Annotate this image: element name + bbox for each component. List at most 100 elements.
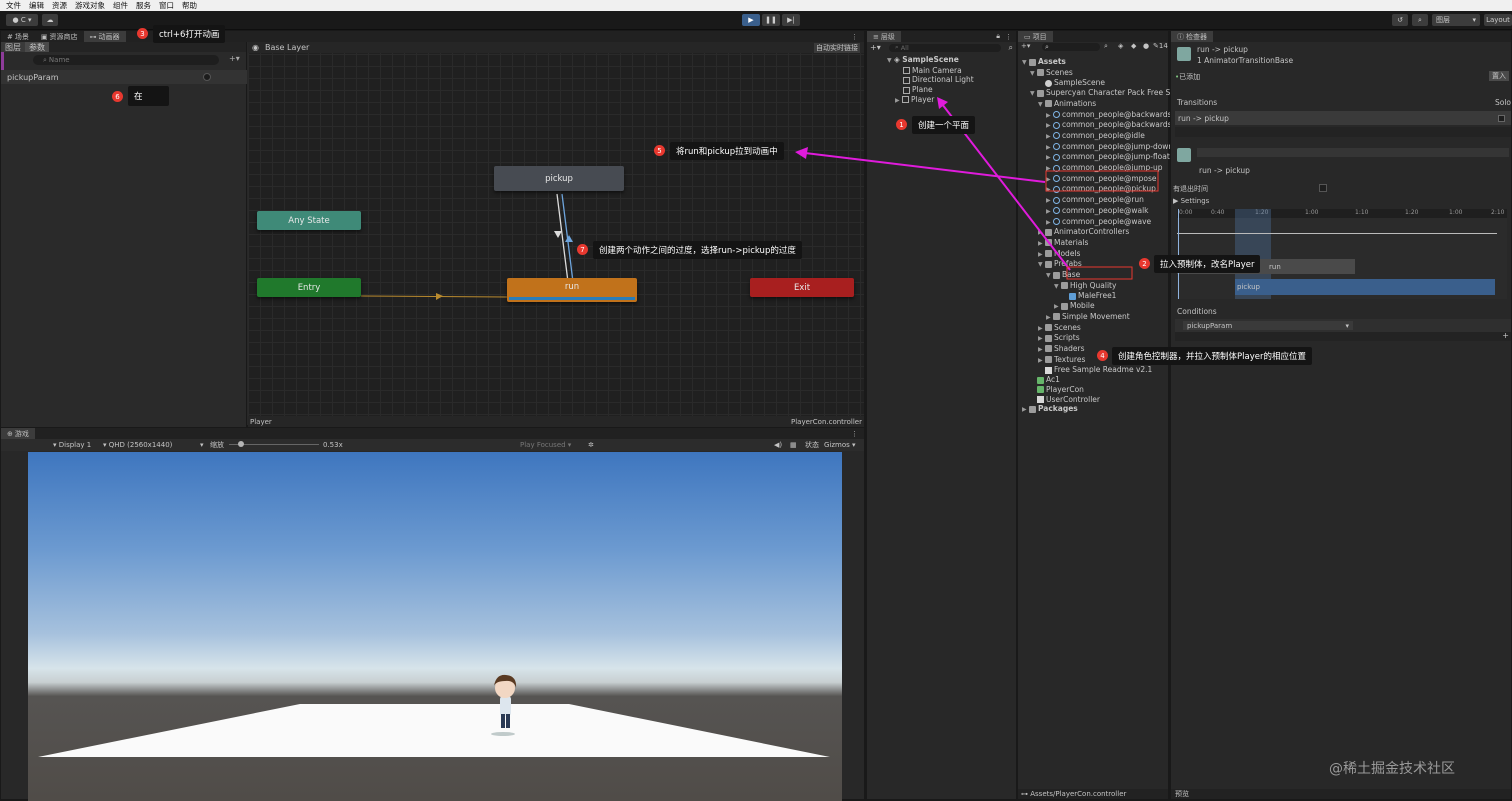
tab-parameters[interactable]: 参数 [25, 42, 49, 52]
info-icon[interactable]: ● [1143, 42, 1149, 50]
chevron-right-icon[interactable]: ▶ [1046, 207, 1053, 217]
chevron-down-icon[interactable]: ▼ [1038, 100, 1045, 110]
tab-layers[interactable]: 图层 [1, 42, 25, 52]
account-button[interactable]: ● C ▾ [6, 14, 38, 26]
pickup-run-transition[interactable] [556, 193, 569, 283]
display-dropdown[interactable]: ▾ Display 1 [53, 441, 91, 449]
state-node-pickup[interactable]: pickup [494, 166, 624, 191]
project-tree-item[interactable]: ▶ Scenes [1022, 323, 1178, 334]
search-filter-icon[interactable]: ⌕ [1009, 43, 1013, 53]
project-tree-item[interactable]: ▶ Materials [1022, 238, 1178, 249]
menu-window[interactable]: 窗口 [159, 0, 174, 11]
project-search-input[interactable]: ⌕ [1042, 43, 1100, 51]
parameter-row[interactable]: pickupParam [1, 70, 247, 84]
project-tree-item[interactable]: MaleFree1 [1022, 291, 1178, 301]
more-options-icon[interactable]: ⋮ [851, 33, 858, 41]
menu-assets[interactable]: 资源 [52, 0, 67, 11]
preview-bar[interactable]: 预览 [1171, 789, 1511, 799]
project-tree-item[interactable]: ▶ AnimatorControllers [1022, 227, 1178, 238]
tab-hierarchy[interactable]: ≡ 层级 [867, 31, 901, 42]
scene-row[interactable]: ▼ ◈ SampleScene [887, 55, 974, 66]
project-tree-item[interactable]: ▶ common_people@jump-float [1022, 152, 1178, 163]
create-asset-button[interactable]: +▾ [1021, 42, 1030, 50]
animator-graph[interactable]: ◉ Base Layer 自动实时链接 pickup Any State Ent… [248, 42, 864, 416]
chevron-down-icon[interactable]: ▼ [1054, 282, 1061, 292]
scale-slider-handle[interactable] [238, 441, 244, 447]
hierarchy-item[interactable]: Directional Light [887, 75, 974, 85]
chevron-right-icon[interactable]: ▶ [1038, 228, 1045, 238]
hierarchy-search-input[interactable]: ⌕ All [889, 43, 1001, 52]
chevron-down-icon[interactable]: ▼ [1038, 260, 1045, 270]
more-options-icon[interactable]: ⋮ [1005, 33, 1012, 41]
chevron-right-icon[interactable]: ▶ [1046, 164, 1053, 174]
chevron-right-icon[interactable]: ▶ [1046, 111, 1053, 121]
project-tree-item[interactable]: Ac1 [1022, 375, 1178, 385]
chevron-right-icon[interactable]: ▶ [1046, 218, 1053, 228]
state-node-entry[interactable]: Entry [257, 278, 361, 297]
chevron-right-icon[interactable]: ▶ [1046, 121, 1053, 131]
project-tree-item[interactable]: ▶ Packages [1022, 404, 1178, 415]
project-tree-item[interactable]: ▶ common_people@backwards [1022, 110, 1178, 121]
tab-game[interactable]: ⊕ 游戏 [1, 428, 35, 439]
chevron-right-icon[interactable]: ▶ [1038, 345, 1045, 355]
gear-icon[interactable]: ✲ [588, 441, 594, 449]
project-tree-item[interactable]: ▶ common_people@idle [1022, 131, 1178, 142]
tab-scene[interactable]: # 场景 [1, 31, 35, 42]
chevron-right-icon[interactable]: ▶ [1046, 153, 1053, 163]
project-tree-item[interactable]: ▶ common_people@wave [1022, 217, 1178, 228]
chevron-down-icon[interactable]: ▼ [1030, 89, 1037, 99]
hierarchy-item[interactable]: ▶ Player [887, 95, 974, 106]
cloud-button[interactable]: ☁ [42, 14, 58, 26]
add-parameter-button[interactable]: +▾ [229, 54, 240, 63]
chevron-right-icon[interactable]: ▶ [1038, 250, 1045, 260]
label-filter-icon[interactable]: ◆ [1131, 42, 1136, 50]
layout-dropdown[interactable]: Layout [1484, 14, 1512, 26]
project-tree-item[interactable]: ▶ common_people@jump-down [1022, 142, 1178, 153]
menu-services[interactable]: 服务 [136, 0, 151, 11]
search-filter-icon[interactable]: ⌕ [1104, 42, 1108, 51]
solo-checkbox[interactable] [1498, 114, 1505, 122]
transition-name-field[interactable] [1197, 148, 1509, 157]
timeline-playhead[interactable] [1178, 209, 1179, 299]
frame-icon[interactable]: ▦ [790, 441, 797, 449]
chevron-down-icon[interactable]: ▼ [1046, 271, 1053, 281]
menu-file[interactable]: 文件 [6, 0, 21, 11]
tab-asset-store[interactable]: ▣ 资源商店 [35, 31, 84, 42]
transition-timeline[interactable]: 0:00 0:40 1:20 1:00 1:10 1:20 1:00 2:10 … [1177, 209, 1507, 299]
parameter-search-input[interactable]: ⌕ Name [33, 55, 219, 65]
add-object-button[interactable]: +▾ [870, 43, 881, 52]
gizmos-dropdown[interactable]: Gizmos ▾ [824, 441, 856, 449]
state-node-any-state[interactable]: Any State [257, 211, 361, 230]
tab-inspector[interactable]: ⓘ 检查器 [1171, 31, 1213, 42]
project-tree-item[interactable]: ▶ common_people@jump-up [1022, 163, 1178, 174]
chevron-right-icon[interactable]: ▶ [1054, 302, 1061, 312]
game-viewport[interactable] [28, 452, 842, 801]
transition-list-row[interactable]: run -> pickup [1175, 111, 1511, 125]
tab-animator[interactable]: ⊶ 动画器 [83, 31, 126, 42]
chevron-right-icon[interactable]: ▶ [1046, 143, 1053, 153]
chevron-right-icon[interactable]: ▶ [1038, 239, 1045, 249]
mute-icon[interactable]: ◀) [774, 441, 782, 449]
more-options-icon[interactable]: ⋮ [851, 430, 858, 438]
state-node-exit[interactable]: Exit [750, 278, 854, 297]
add-condition-button[interactable]: + [1502, 331, 1509, 340]
state-node-run[interactable]: run [507, 278, 637, 302]
settings-foldout[interactable]: ▶ Settings [1173, 197, 1209, 205]
menu-edit[interactable]: 编辑 [29, 0, 44, 11]
trigger-toggle[interactable] [203, 73, 211, 81]
project-tree-item[interactable]: ▼ Scenes [1022, 68, 1178, 79]
chevron-right-icon[interactable]: ▶ [1046, 132, 1053, 142]
hidden-count[interactable]: ✎14 [1153, 42, 1168, 50]
project-tree-item[interactable]: SampleScene [1022, 78, 1178, 88]
chevron-right-icon[interactable]: ▶ [1046, 313, 1053, 323]
pause-button[interactable]: ❚❚ [762, 14, 780, 26]
chevron-down-icon[interactable]: ▼ [1030, 69, 1037, 79]
project-tree-item[interactable]: ▶ common_people@walk [1022, 206, 1178, 217]
project-tree-item[interactable]: ▶ common_people@backwards [1022, 120, 1178, 131]
layers-dropdown[interactable]: 图层 ▾ [1432, 14, 1480, 26]
project-tree-item[interactable]: ▶ common_people@mpose [1022, 174, 1178, 185]
project-tree-item[interactable]: PlayerCon [1022, 385, 1178, 395]
chevron-right-icon[interactable]: ▶ [1046, 196, 1053, 206]
chevron-right-icon[interactable]: ▶ [1046, 175, 1053, 185]
project-tree-item[interactable]: ▼ Supercyan Character Pack Free Sar [1022, 88, 1178, 99]
